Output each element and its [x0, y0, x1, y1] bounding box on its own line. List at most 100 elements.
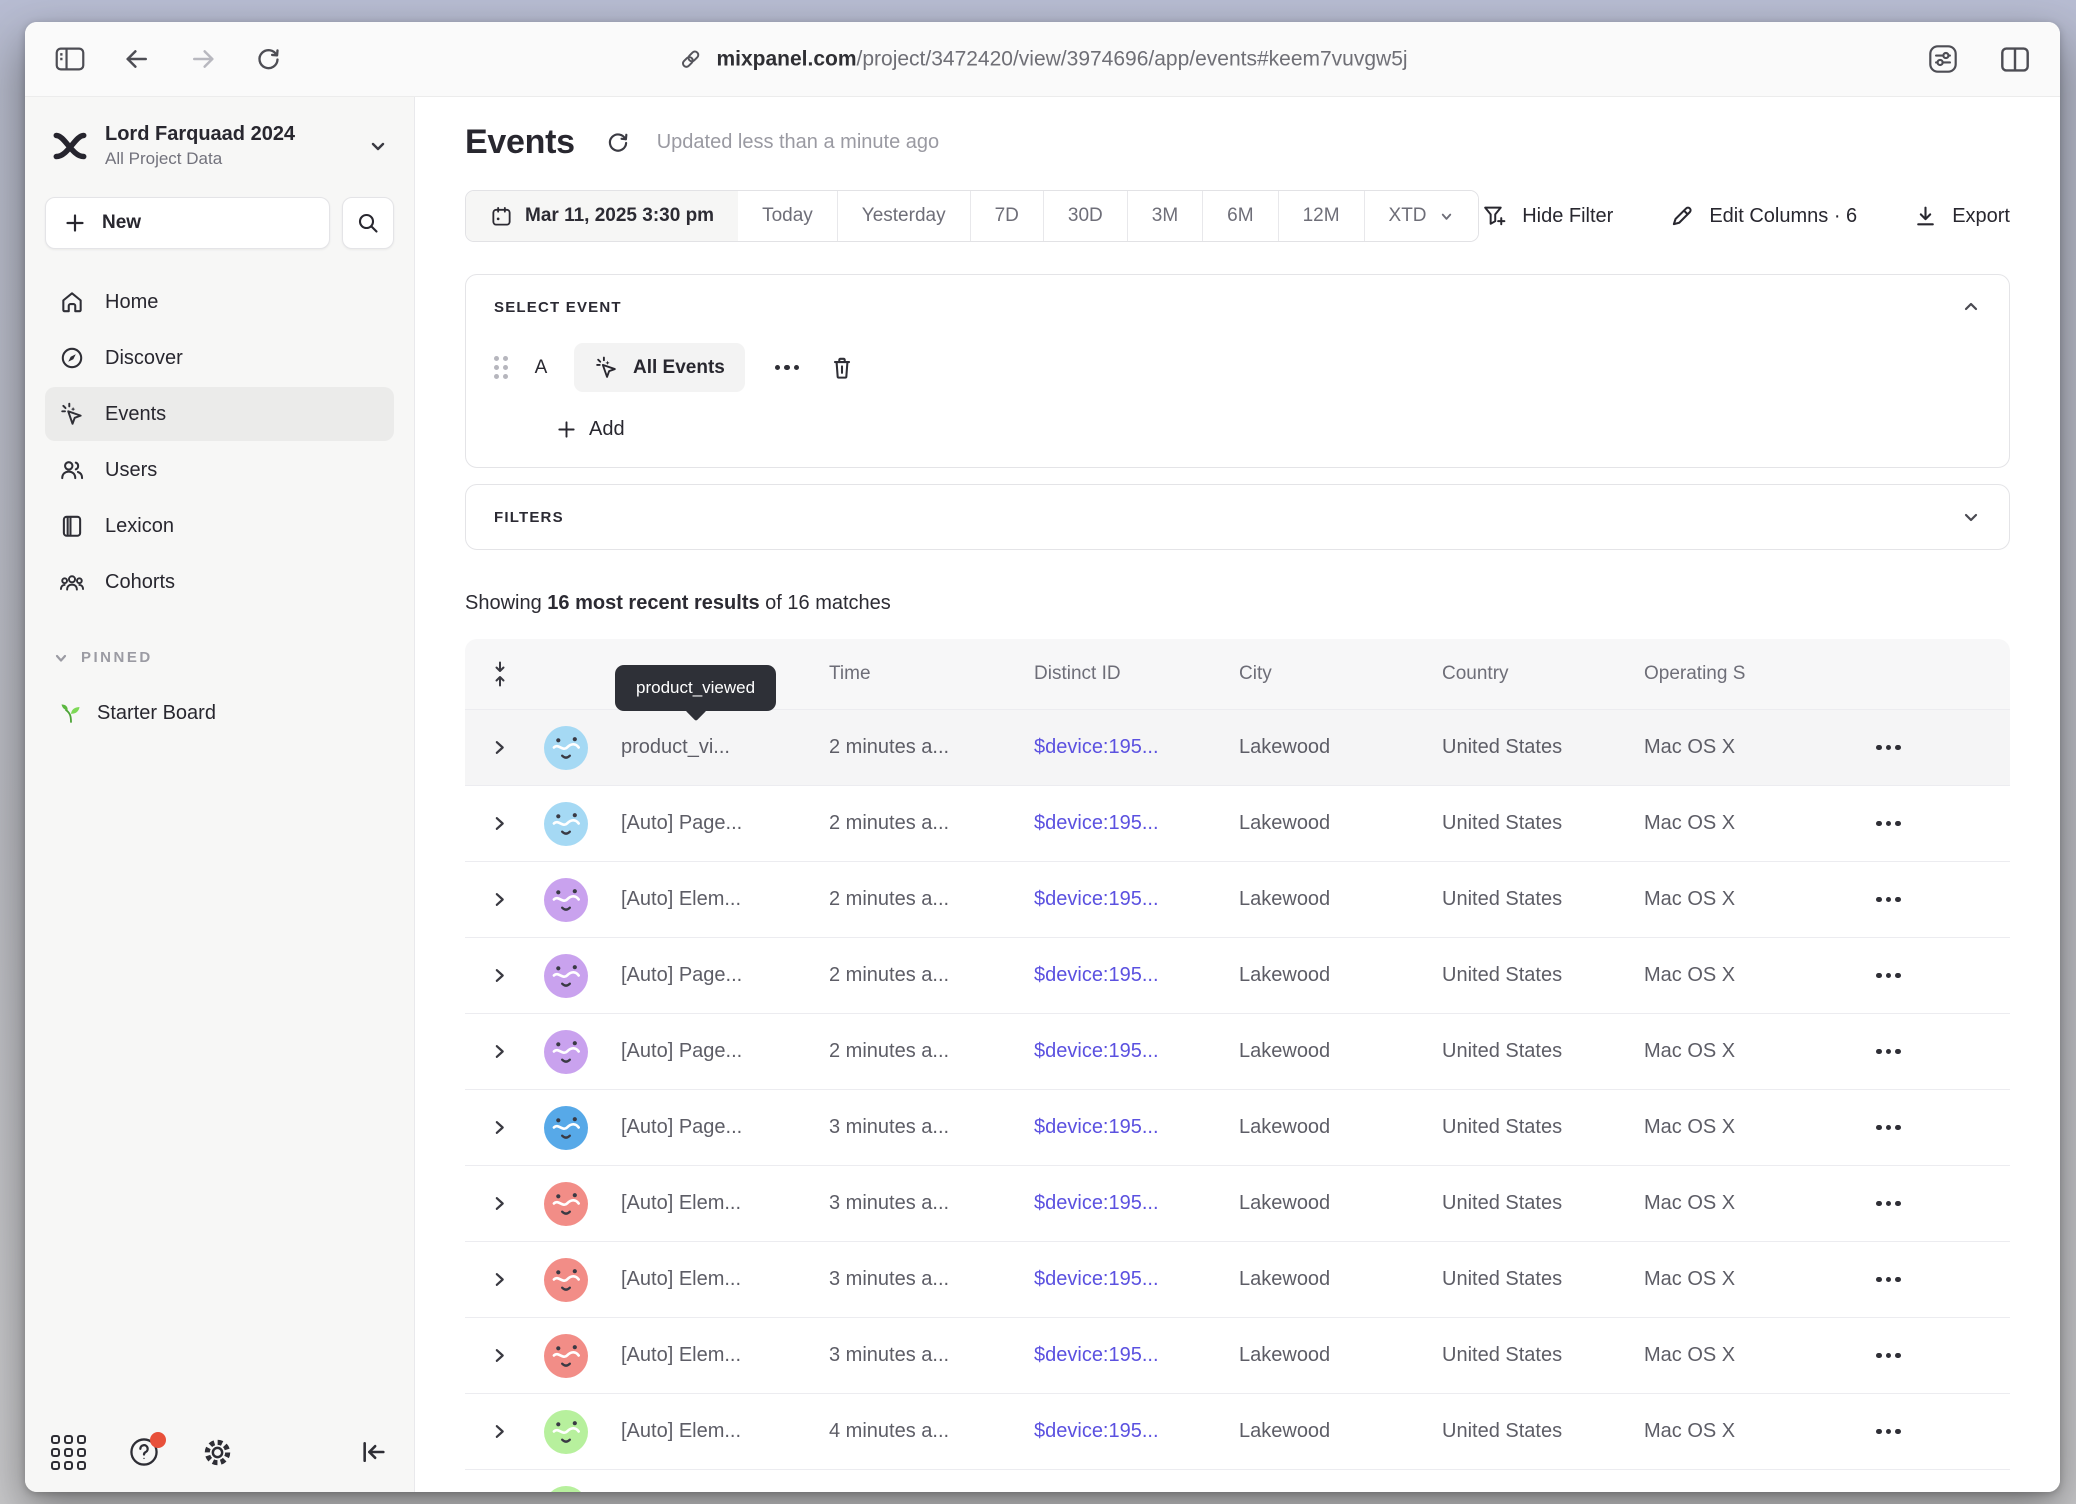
- row-expand-chevron-icon[interactable]: [491, 815, 508, 832]
- collapse-all-rows-icon[interactable]: [489, 661, 511, 687]
- delete-event-trash-icon[interactable]: [829, 355, 855, 381]
- range-button-7d[interactable]: 7D: [970, 191, 1043, 241]
- event-country: United States: [1442, 1192, 1562, 1214]
- help-icon[interactable]: [128, 1436, 160, 1468]
- sidebar-item-home[interactable]: Home: [45, 275, 394, 329]
- column-operating-system[interactable]: Operating S: [1644, 663, 1854, 685]
- row-menu-kebab-icon[interactable]: [1870, 1043, 1907, 1061]
- distinct-id-link[interactable]: $device:195...: [1034, 1192, 1159, 1214]
- column-country[interactable]: Country: [1442, 663, 1644, 685]
- row-expand-chevron-icon[interactable]: [491, 1423, 508, 1440]
- sidebar-item-label: Home: [105, 291, 158, 314]
- sidebar-item-cohorts[interactable]: Cohorts: [45, 555, 394, 609]
- column-city[interactable]: City: [1239, 663, 1442, 685]
- event-tooltip: product_viewed: [615, 665, 776, 711]
- distinct-id-link[interactable]: $device:195...: [1034, 1344, 1159, 1366]
- sidebar-item-lexicon[interactable]: Lexicon: [45, 499, 394, 553]
- event-city: Lakewood: [1239, 1192, 1330, 1214]
- sidebar-item-users[interactable]: Users: [45, 443, 394, 497]
- sidebar-item-starter-board[interactable]: Starter Board: [45, 688, 394, 738]
- row-expand-chevron-icon[interactable]: [491, 1119, 508, 1136]
- row-expand-chevron-icon[interactable]: [491, 1043, 508, 1060]
- table-row[interactable]: [Auto] Page... 2 minutes a... $device:19…: [465, 1013, 2010, 1089]
- range-button-30d[interactable]: 30D: [1043, 191, 1127, 241]
- row-expand-chevron-icon[interactable]: [491, 967, 508, 984]
- event-os: Mac OS X: [1644, 736, 1735, 758]
- apps-grid-icon[interactable]: [51, 1435, 86, 1470]
- project-switcher[interactable]: Lord Farquaad 2024 All Project Data: [45, 121, 394, 171]
- export-button[interactable]: Export: [1913, 204, 2010, 229]
- event-name: product_vi...: [621, 736, 730, 758]
- row-menu-kebab-icon[interactable]: [1870, 815, 1907, 833]
- table-row[interactable]: [465, 1469, 2010, 1492]
- split-view-icon[interactable]: [2000, 46, 2030, 73]
- add-event-button[interactable]: Add: [556, 418, 625, 441]
- event-selector-chip[interactable]: All Events: [574, 343, 745, 392]
- range-button-today[interactable]: Today: [738, 191, 837, 241]
- date-picker-button[interactable]: Mar 11, 2025 3:30 pm: [466, 191, 738, 241]
- row-menu-kebab-icon[interactable]: [1870, 1271, 1907, 1289]
- refresh-icon[interactable]: [605, 130, 631, 156]
- row-expand-chevron-icon[interactable]: [491, 1195, 508, 1212]
- hide-filter-button[interactable]: Hide Filter: [1481, 203, 1613, 230]
- table-row[interactable]: [Auto] Elem... 3 minutes a... $device:19…: [465, 1317, 2010, 1393]
- table-row[interactable]: [Auto] Page... 2 minutes a... $device:19…: [465, 785, 2010, 861]
- range-button-3m[interactable]: 3M: [1127, 191, 1202, 241]
- event-city: Lakewood: [1239, 1344, 1330, 1366]
- row-menu-kebab-icon[interactable]: [1870, 1423, 1907, 1441]
- range-button-6m[interactable]: 6M: [1202, 191, 1277, 241]
- pinned-section-header[interactable]: PINNED: [45, 649, 394, 666]
- collapse-panel-chevron-up-icon[interactable]: [1961, 297, 1981, 317]
- new-button[interactable]: New: [45, 197, 330, 249]
- distinct-id-link[interactable]: $device:195...: [1034, 1116, 1159, 1138]
- column-distinct-id[interactable]: Distinct ID: [1034, 663, 1239, 685]
- row-expand-chevron-icon[interactable]: [491, 739, 508, 756]
- table-row[interactable]: [Auto] Elem... 3 minutes a... $device:19…: [465, 1165, 2010, 1241]
- collapse-sidebar-icon[interactable]: [360, 1439, 388, 1465]
- browser-toolbar: mixpanel.com/project/3472420/view/397469…: [25, 22, 2060, 97]
- row-expand-chevron-icon[interactable]: [491, 891, 508, 908]
- sidebar-item-label: Events: [105, 403, 166, 426]
- row-menu-kebab-icon[interactable]: [1870, 967, 1907, 985]
- sidebar-item-discover[interactable]: Discover: [45, 331, 394, 385]
- settings-gear-icon[interactable]: [202, 1437, 233, 1468]
- address-bar[interactable]: mixpanel.com/project/3472420/view/397469…: [677, 47, 1407, 72]
- table-row[interactable]: product_vi... 2 minutes a... $device:195…: [465, 709, 2010, 785]
- distinct-id-link[interactable]: $device:195...: [1034, 1040, 1159, 1062]
- back-icon[interactable]: [123, 47, 151, 71]
- distinct-id-link[interactable]: $device:195...: [1034, 812, 1159, 834]
- expand-panel-chevron-down-icon[interactable]: [1961, 507, 1981, 527]
- edit-columns-button[interactable]: Edit Columns · 6: [1669, 203, 1857, 229]
- reload-icon[interactable]: [255, 46, 282, 73]
- drag-handle-icon[interactable]: [494, 356, 508, 379]
- table-row[interactable]: [Auto] Page... 2 minutes a... $device:19…: [465, 937, 2010, 1013]
- customize-toolbar-icon[interactable]: [1928, 44, 1958, 74]
- grid-dots: [51, 1435, 86, 1470]
- table-row[interactable]: [Auto] Page... 3 minutes a... $device:19…: [465, 1089, 2010, 1165]
- distinct-id-link[interactable]: $device:195...: [1034, 888, 1159, 910]
- row-menu-kebab-icon[interactable]: [1870, 739, 1907, 757]
- row-menu-kebab-icon[interactable]: [1870, 1347, 1907, 1365]
- table-row[interactable]: [Auto] Elem... 3 minutes a... $device:19…: [465, 1241, 2010, 1317]
- distinct-id-link[interactable]: $device:195...: [1034, 964, 1159, 986]
- forward-icon[interactable]: [189, 47, 217, 71]
- row-menu-kebab-icon[interactable]: [1870, 891, 1907, 909]
- event-os: Mac OS X: [1644, 812, 1735, 834]
- table-row[interactable]: [Auto] Elem... 2 minutes a... $device:19…: [465, 861, 2010, 937]
- event-options-kebab-icon[interactable]: [769, 359, 806, 377]
- row-menu-kebab-icon[interactable]: [1870, 1119, 1907, 1137]
- search-button[interactable]: [342, 197, 394, 249]
- distinct-id-link[interactable]: $device:195...: [1034, 1268, 1159, 1290]
- range-button-12m[interactable]: 12M: [1278, 191, 1364, 241]
- row-expand-chevron-icon[interactable]: [491, 1271, 508, 1288]
- row-menu-kebab-icon[interactable]: [1870, 1195, 1907, 1213]
- row-expand-chevron-icon[interactable]: [491, 1347, 508, 1364]
- table-row[interactable]: [Auto] Elem... 4 minutes a... $device:19…: [465, 1393, 2010, 1469]
- distinct-id-link[interactable]: $device:195...: [1034, 1420, 1159, 1442]
- range-button-yesterday[interactable]: Yesterday: [837, 191, 970, 241]
- column-time[interactable]: Time: [829, 663, 1034, 685]
- sidebar-toggle-icon[interactable]: [55, 46, 85, 72]
- distinct-id-link[interactable]: $device:195...: [1034, 736, 1159, 758]
- range-xtd-button[interactable]: XTD: [1364, 191, 1478, 241]
- sidebar-item-events[interactable]: Events: [45, 387, 394, 441]
